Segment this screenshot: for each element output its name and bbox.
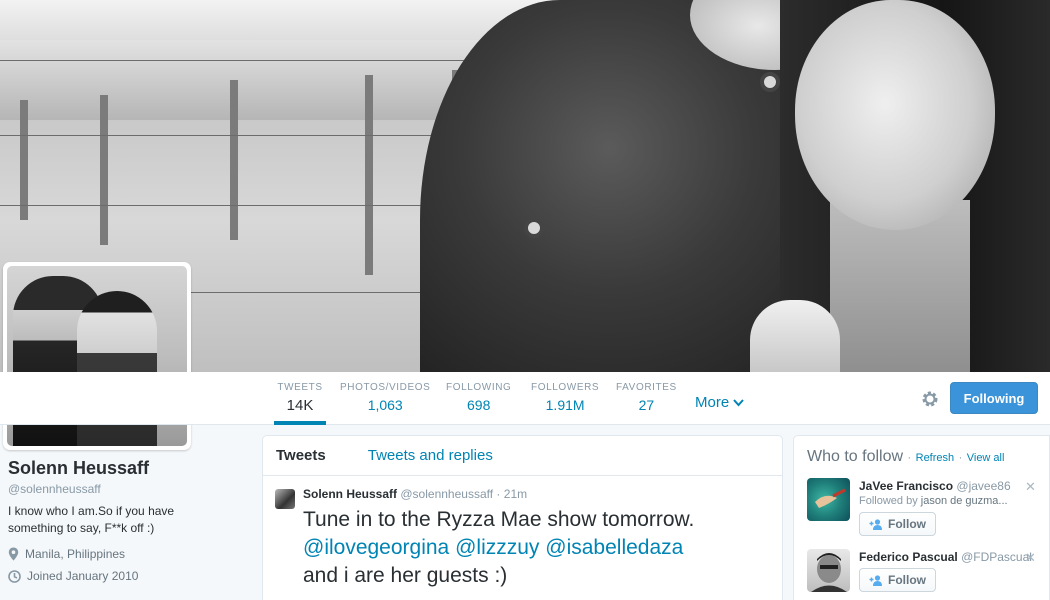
stat-photos-videos[interactable]: PHOTOS/VIDEOS 1,063 <box>340 382 430 413</box>
suggestion-name-line[interactable]: Federico Pascual @FDPascual <box>859 550 1032 564</box>
tweet-text-part: and i are her guests :) <box>303 564 508 587</box>
suggestion-handle: @javee86 <box>956 479 1011 493</box>
gear-icon[interactable] <box>920 389 940 409</box>
tweet-item[interactable]: Solenn Heussaff @solennheussaff · 21m Tu… <box>263 476 782 600</box>
profile-join-date: Joined January 2010 <box>8 569 138 583</box>
timeline-tabs: Tweets Tweets and replies <box>263 436 782 476</box>
tab-tweets[interactable]: Tweets <box>276 447 326 464</box>
suggestion-avatar[interactable] <box>807 478 850 521</box>
tweet-timestamp[interactable]: 21m <box>504 487 527 501</box>
stat-label: FOLLOWERS <box>531 382 600 393</box>
separator-dot: · <box>907 452 912 464</box>
swimmer-avatar-art <box>815 488 846 508</box>
stat-label: TWEETS <box>277 382 323 393</box>
stat-tweets[interactable]: TWEETS 14K <box>274 382 326 425</box>
suggestion-name: Federico Pascual <box>859 550 958 564</box>
follow-button[interactable]: Follow <box>859 512 936 536</box>
stat-value: 698 <box>467 397 491 413</box>
who-to-follow-module: Who to follow · Refresh · View all JaVee… <box>793 435 1050 600</box>
following-button[interactable]: Following <box>950 382 1038 414</box>
portrait-avatar-art <box>811 553 847 592</box>
stat-followers[interactable]: FOLLOWERS 1.91M <box>531 382 599 413</box>
profile-name[interactable]: Solenn Heussaff <box>8 458 149 479</box>
suggestion-avatar[interactable] <box>807 549 850 592</box>
stat-label: FOLLOWING <box>446 382 512 393</box>
add-user-icon <box>869 574 882 586</box>
dismiss-suggestion-icon[interactable]: ✕ <box>1025 550 1036 566</box>
location-text: Manila, Philippines <box>25 547 126 561</box>
profile-nav-bar: TWEETS 14K PHOTOS/VIDEOS 1,063 FOLLOWING… <box>0 372 1050 425</box>
separator-dot: · <box>958 452 963 464</box>
more-label: More <box>695 394 730 411</box>
profile-location: Manila, Philippines <box>8 547 125 561</box>
suggestion-name: JaVee Francisco <box>859 479 954 493</box>
view-all-link[interactable]: View all <box>967 452 1005 464</box>
profile-handle[interactable]: @solennheussaff <box>8 482 101 496</box>
followed-by-user[interactable]: jason de guzma... <box>921 495 1008 507</box>
tweet-mention[interactable]: @isabelledaza <box>545 536 683 559</box>
tweet-text: Tune in to the Ryzza Mae show tomorrow. … <box>303 506 773 590</box>
refresh-link[interactable]: Refresh <box>916 452 955 464</box>
who-to-follow-title: Who to follow <box>807 448 904 465</box>
stat-label: FAVORITES <box>616 382 677 393</box>
followed-by-prefix: Followed by <box>859 495 918 507</box>
tweet-text-part: Tune in to the Ryzza Mae show tomorrow. <box>303 508 695 531</box>
tweet-header: Solenn Heussaff @solennheussaff · 21m <box>303 487 527 501</box>
tweet-separator: · <box>496 487 501 501</box>
tab-tweets-and-replies[interactable]: Tweets and replies <box>368 447 493 464</box>
calendar-clock-icon <box>8 569 21 583</box>
stat-value: 14K <box>286 397 314 414</box>
stat-favorites[interactable]: FAVORITES 27 <box>616 382 677 413</box>
follow-button-label: Follow <box>888 517 926 531</box>
tweet-mention[interactable]: @lizzzuy <box>455 536 539 559</box>
join-date-text: Joined January 2010 <box>27 569 139 583</box>
suggestion-handle: @FDPascual <box>961 550 1032 564</box>
tweet-timeline: Tweets Tweets and replies Solenn Heussaf… <box>262 435 783 600</box>
followed-by-text: Followed by jason de guzma... <box>859 495 1008 507</box>
chevron-down-icon <box>733 399 745 407</box>
stat-value: 1.91M <box>545 397 585 413</box>
add-user-icon <box>869 518 882 530</box>
tweet-author-avatar[interactable] <box>275 489 295 509</box>
stat-following[interactable]: FOLLOWING 698 <box>446 382 511 413</box>
dismiss-suggestion-icon[interactable]: ✕ <box>1025 479 1036 495</box>
location-pin-icon <box>8 547 19 561</box>
follow-button[interactable]: Follow <box>859 568 936 592</box>
stat-value: 1,063 <box>367 397 403 413</box>
stat-label: PHOTOS/VIDEOS <box>340 382 431 393</box>
stat-value: 27 <box>638 397 655 413</box>
more-dropdown[interactable]: More <box>695 394 745 411</box>
tweet-author-handle[interactable]: @solennheussaff <box>400 487 493 501</box>
tweet-author-name[interactable]: Solenn Heussaff <box>303 487 397 501</box>
who-to-follow-header: Who to follow · Refresh · View all <box>807 448 1004 466</box>
suggestion-name-line[interactable]: JaVee Francisco @javee86 <box>859 479 1011 493</box>
follow-button-label: Follow <box>888 573 926 587</box>
profile-bio: I know who I am.So if you have something… <box>8 504 175 535</box>
tweet-mention[interactable]: @ilovegeorgina <box>303 536 449 559</box>
